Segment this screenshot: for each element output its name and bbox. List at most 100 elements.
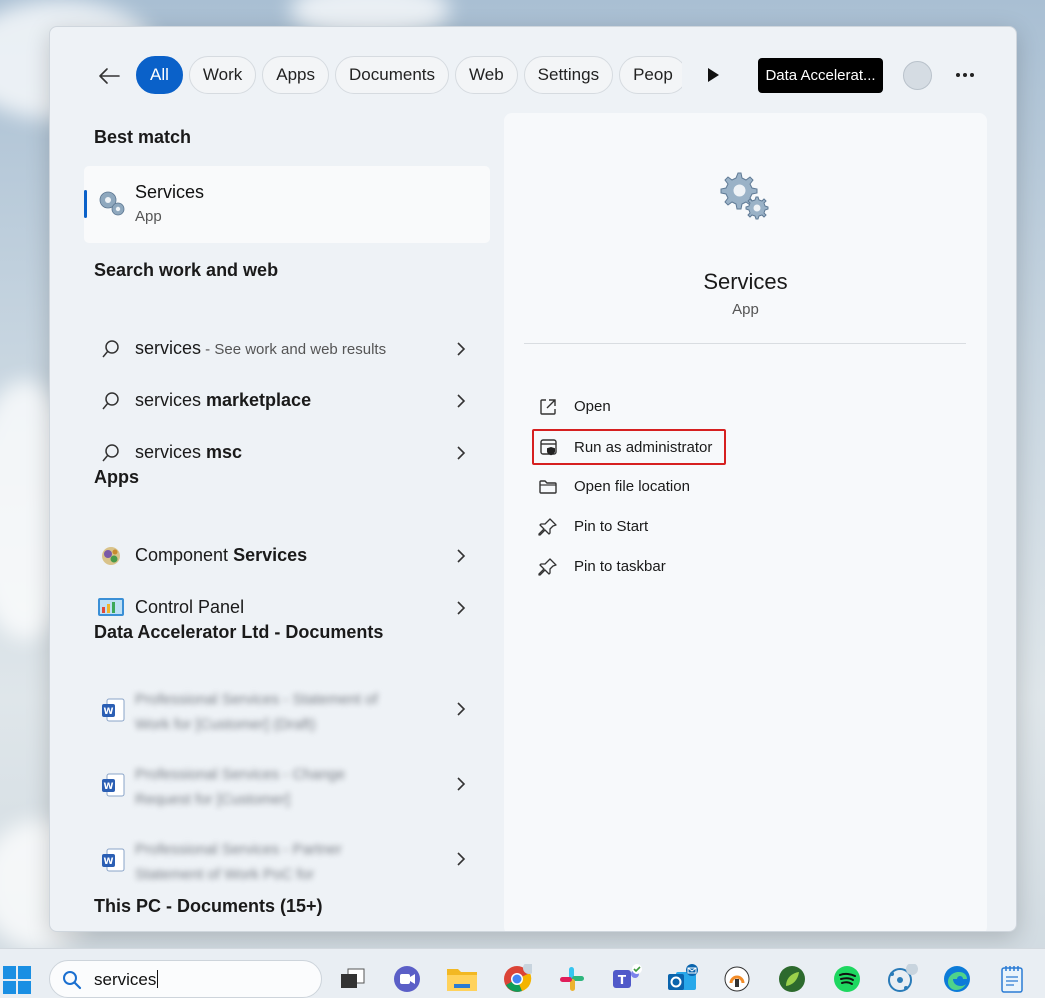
preview-pane: Services App Open Run as administrator O… xyxy=(504,113,987,931)
divider xyxy=(524,343,966,344)
web-result-text: services marketplace xyxy=(135,390,312,410)
app-result-text: Component Services xyxy=(135,545,308,565)
ellipsis-icon xyxy=(956,73,974,77)
docs-section-heading: Data Accelerator Ltd - Documents xyxy=(94,622,384,642)
play-icon xyxy=(708,68,719,82)
web-result-row[interactable]: services msc xyxy=(84,428,490,478)
taskbar: services T xyxy=(0,948,1045,998)
org-button[interactable]: Data Accelerat... xyxy=(758,58,883,93)
open-external-icon xyxy=(540,399,556,415)
action-run-as-administrator[interactable]: Run as administrator xyxy=(532,429,726,465)
best-match-result[interactable]: Services App xyxy=(84,166,490,243)
filter-bar: All Work Apps Documents Web Settings Peo… xyxy=(50,27,1016,123)
taskbar-file-explorer[interactable] xyxy=(446,963,478,995)
more-options-button[interactable] xyxy=(953,63,977,87)
folder-icon xyxy=(539,480,557,494)
action-label: Open xyxy=(574,398,611,415)
chip-work[interactable]: Work xyxy=(188,56,257,94)
chip-all[interactable]: All xyxy=(136,56,183,94)
word-document-icon: W xyxy=(102,698,125,722)
shield-window-icon xyxy=(540,439,557,456)
app-result-row[interactable]: Component Services xyxy=(84,531,490,581)
chip-documents[interactable]: Documents xyxy=(335,56,449,94)
document-title: Professional Services - Partner Statemen… xyxy=(135,841,342,883)
back-button[interactable] xyxy=(92,61,126,91)
word-document-icon: W xyxy=(102,773,125,797)
taskbar-slack[interactable] xyxy=(556,963,588,995)
taskbar-edge[interactable] xyxy=(941,963,973,995)
best-match-subtitle: App xyxy=(135,208,162,225)
document-result-row[interactable]: W Professional Services - Change Request… xyxy=(84,748,490,820)
svg-text:W: W xyxy=(104,782,114,792)
pin-icon xyxy=(538,518,557,536)
video-call-icon xyxy=(394,966,420,992)
filter-chips: All Work Apps Documents Web Settings Peo… xyxy=(136,56,682,94)
web-result-text: services - See work and web results xyxy=(135,338,387,358)
taskbar-search-input[interactable]: services xyxy=(49,960,322,998)
action-pin-to-taskbar[interactable]: Pin to taskbar xyxy=(532,551,732,583)
web-result-text: services msc xyxy=(135,442,243,462)
services-gears-icon xyxy=(720,172,769,220)
document-result-row[interactable]: W Professional Services - Statement of W… xyxy=(84,673,490,745)
action-open-file-location[interactable]: Open file location xyxy=(532,471,732,503)
edge-icon xyxy=(944,966,970,992)
taskbar-teams[interactable]: T xyxy=(611,963,643,995)
avatar[interactable] xyxy=(903,61,932,90)
taskbar-spotify[interactable] xyxy=(831,963,863,995)
web-result-row[interactable]: services - See work and web results xyxy=(84,324,490,374)
chip-settings[interactable]: Settings xyxy=(523,56,614,94)
folder-icon xyxy=(447,969,477,991)
pin-icon xyxy=(538,558,557,576)
word-document-icon: W xyxy=(102,848,125,872)
action-label: Run as administrator xyxy=(574,439,713,456)
taskbar-zoom[interactable] xyxy=(391,963,423,995)
taskbar-task-view[interactable] xyxy=(336,963,368,995)
svg-text:W: W xyxy=(104,857,114,867)
taskbar-notepad[interactable] xyxy=(996,963,1028,995)
taskbar-network-app[interactable] xyxy=(886,963,918,995)
more-filters-button[interactable] xyxy=(702,64,724,86)
chevron-right-icon xyxy=(457,394,466,408)
preview-subtitle: App xyxy=(732,301,759,318)
document-title: Professional Services - Statement of Wor… xyxy=(135,691,378,733)
services-gears-icon xyxy=(99,191,125,216)
teams-icon: T xyxy=(613,964,642,988)
windows-start-icon[interactable] xyxy=(2,965,32,995)
web-result-row[interactable]: services marketplace xyxy=(84,376,490,426)
chevron-right-icon xyxy=(457,601,466,615)
best-match-heading: Best match xyxy=(94,127,192,147)
control-panel-icon xyxy=(98,598,124,616)
chip-apps[interactable]: Apps xyxy=(262,56,330,94)
chevron-right-icon xyxy=(457,777,466,791)
web-section-heading: Search work and web xyxy=(94,260,279,280)
search-panel: All Work Apps Documents Web Settings Peo… xyxy=(49,26,1017,932)
chevron-right-icon xyxy=(457,702,466,716)
search-icon xyxy=(102,392,119,410)
document-result-row[interactable]: W Professional Services - Partner Statem… xyxy=(84,823,490,895)
action-pin-to-start[interactable]: Pin to Start xyxy=(532,511,732,543)
spotify-icon xyxy=(834,966,860,992)
action-label: Pin to Start xyxy=(574,518,649,535)
action-open[interactable]: Open xyxy=(532,391,732,423)
component-services-icon xyxy=(102,547,120,565)
svg-text:W: W xyxy=(104,707,114,717)
slack-icon xyxy=(560,967,584,991)
outlook-icon xyxy=(668,964,698,990)
document-title: Professional Services - Change Request f… xyxy=(135,766,346,808)
taskbar-chrome[interactable] xyxy=(501,963,533,995)
search-icon xyxy=(63,971,82,990)
chevron-right-icon xyxy=(457,446,466,460)
chip-web[interactable]: Web xyxy=(455,56,518,94)
taskbar-greenshot[interactable] xyxy=(776,963,808,995)
chrome-icon xyxy=(504,964,532,992)
search-icon xyxy=(102,340,119,358)
svg-text:T: T xyxy=(618,973,627,987)
selection-indicator xyxy=(84,190,87,218)
back-arrow-icon xyxy=(99,68,120,84)
taskbar-outlook[interactable] xyxy=(666,963,698,995)
apps-section-heading: Apps xyxy=(94,467,139,487)
taskbar-vpn[interactable] xyxy=(721,963,753,995)
search-icon xyxy=(102,444,119,462)
chip-people[interactable]: Peop xyxy=(619,56,682,94)
vpn-icon xyxy=(724,966,750,992)
